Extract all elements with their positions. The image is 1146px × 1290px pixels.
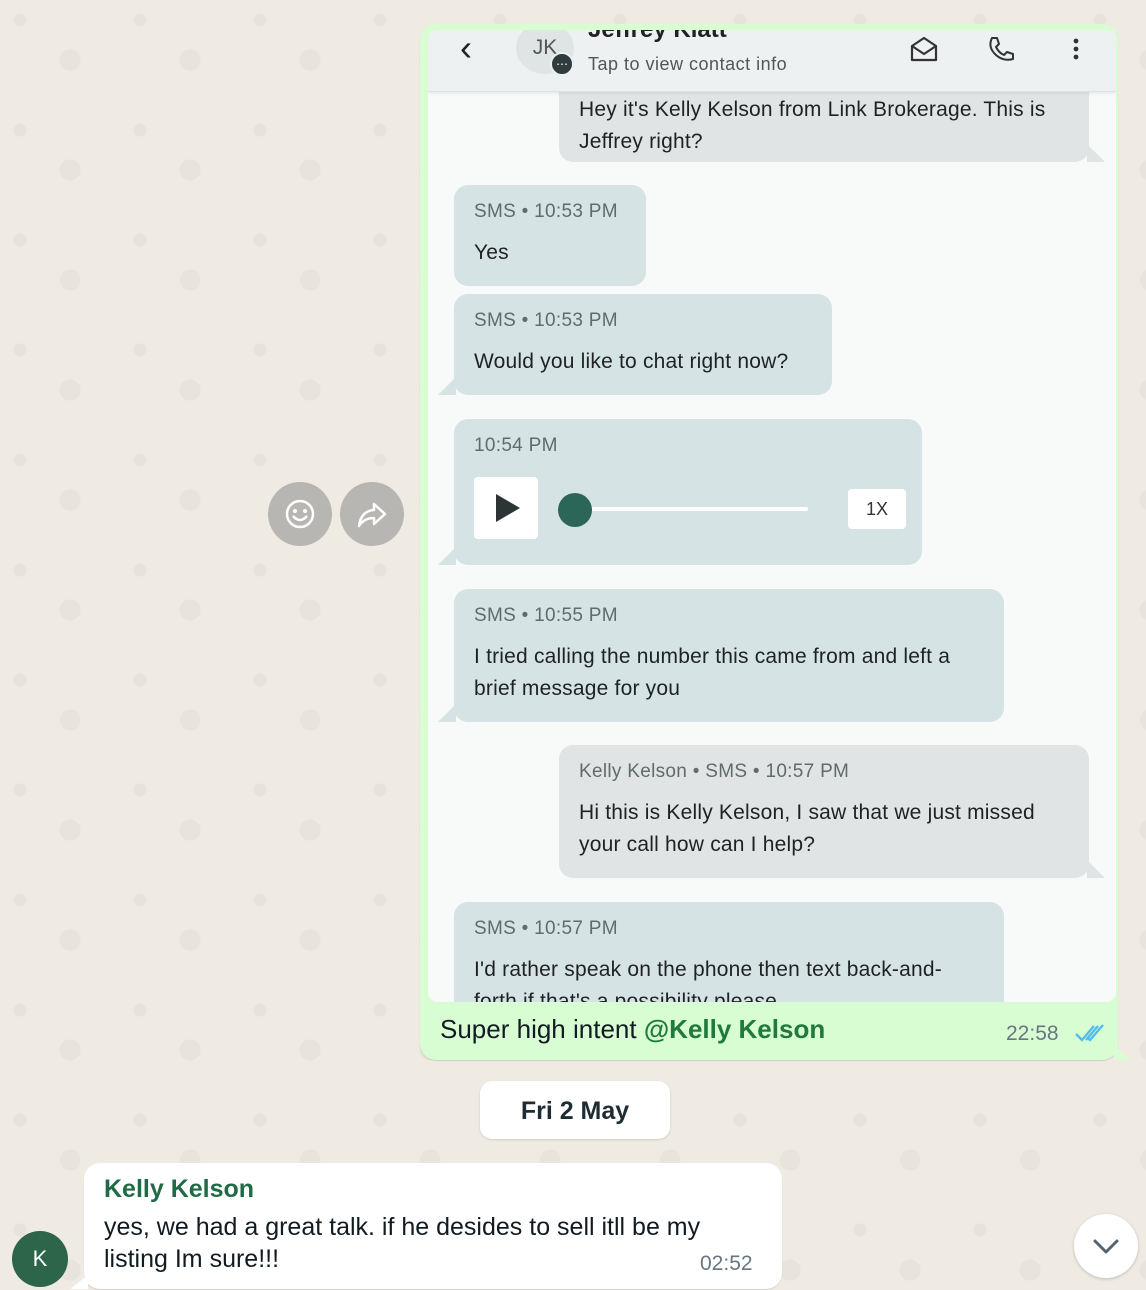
sms-header: ‹ JK ⋯ Jeffrey Klatt Tap to view contact… — [428, 30, 1116, 92]
voice-message: 10:54 PM 1X — [438, 419, 922, 565]
caption-text: Super high intent — [440, 1014, 644, 1044]
sms-meta: SMS • 10:53 PM — [474, 310, 618, 331]
incoming-message-bubble[interactable]: Kelly Kelson yes, we had a great talk. i… — [70, 1163, 782, 1289]
sms-text: Hi this is Kelly Kelson, I saw that we j… — [579, 801, 1035, 856]
sms-incoming-message: SMS • 10:55 PM I tried calling the numbe… — [438, 589, 1004, 722]
voice-play-button[interactable] — [474, 477, 538, 539]
more-vert-icon — [1073, 38, 1079, 60]
sms-outgoing-message: Kelly Kelson • SMS • 10:57 PM Hi this is… — [559, 745, 1105, 878]
sms-text: Yes — [474, 241, 509, 264]
emoji-icon — [285, 499, 315, 529]
chevron-left-icon: ‹ — [460, 30, 472, 68]
contact-name: Jeffrey Klatt — [588, 30, 727, 44]
forward-icon — [357, 502, 387, 528]
avatar[interactable]: K — [12, 1231, 68, 1287]
sms-text: I tried calling the number this came fro… — [474, 645, 951, 700]
message-caption: Super high intent @Kelly Kelson — [440, 1014, 825, 1045]
sms-meta: SMS • 10:53 PM — [474, 201, 618, 222]
sms-text: Hey it's Kelly Kelson from Link Brokerag… — [579, 98, 1046, 153]
message-text: yes, we had a great talk. if he desides … — [104, 1213, 701, 1273]
sms-incoming-message: SMS • 10:53 PM Would you like to chat ri… — [438, 294, 832, 395]
voice-progress-track[interactable] — [572, 507, 808, 511]
chevron-down-icon — [1093, 1239, 1119, 1254]
sms-incoming-message: SMS • 10:57 PM I'd rather speak on the p… — [454, 902, 1004, 1002]
message-time: 22:58 — [1006, 1022, 1059, 1045]
read-ticks-icon — [1075, 1024, 1104, 1042]
phone-icon — [989, 37, 1014, 61]
playback-speed-button[interactable]: 1X — [848, 489, 906, 529]
react-emoji-button[interactable] — [268, 482, 332, 546]
message-time: 02:52 — [700, 1252, 753, 1275]
sms-meta: Kelly Kelson • SMS • 10:57 PM — [579, 761, 850, 782]
scroll-to-bottom-button[interactable] — [1074, 1214, 1138, 1278]
sms-incoming-message: SMS • 10:53 PM Yes — [454, 185, 646, 286]
forward-button[interactable] — [340, 482, 404, 546]
sms-meta: SMS • 10:55 PM — [474, 605, 618, 626]
sender-name[interactable]: Kelly Kelson — [104, 1175, 254, 1204]
date-separator: Fri 2 May — [480, 1081, 670, 1139]
mail-icon — [910, 36, 938, 62]
voice-progress-handle[interactable] — [558, 493, 592, 527]
chat-badge-icon: ⋯ — [550, 52, 574, 76]
sms-thread: Hey it's Kelly Kelson from Link Brokerag… — [428, 30, 1116, 1002]
sms-meta: 10:54 PM — [474, 435, 558, 456]
sms-meta: SMS • 10:57 PM — [474, 918, 618, 939]
sms-text: Would you like to chat right now? — [474, 350, 789, 373]
sms-text: I'd rather speak on the phone then text … — [474, 958, 942, 1002]
attached-screenshot-image[interactable]: Hey it's Kelly Kelson from Link Brokerag… — [428, 30, 1116, 1002]
contact-info-hint: Tap to view contact info — [588, 54, 788, 74]
mention-link[interactable]: @Kelly Kelson — [644, 1014, 825, 1044]
